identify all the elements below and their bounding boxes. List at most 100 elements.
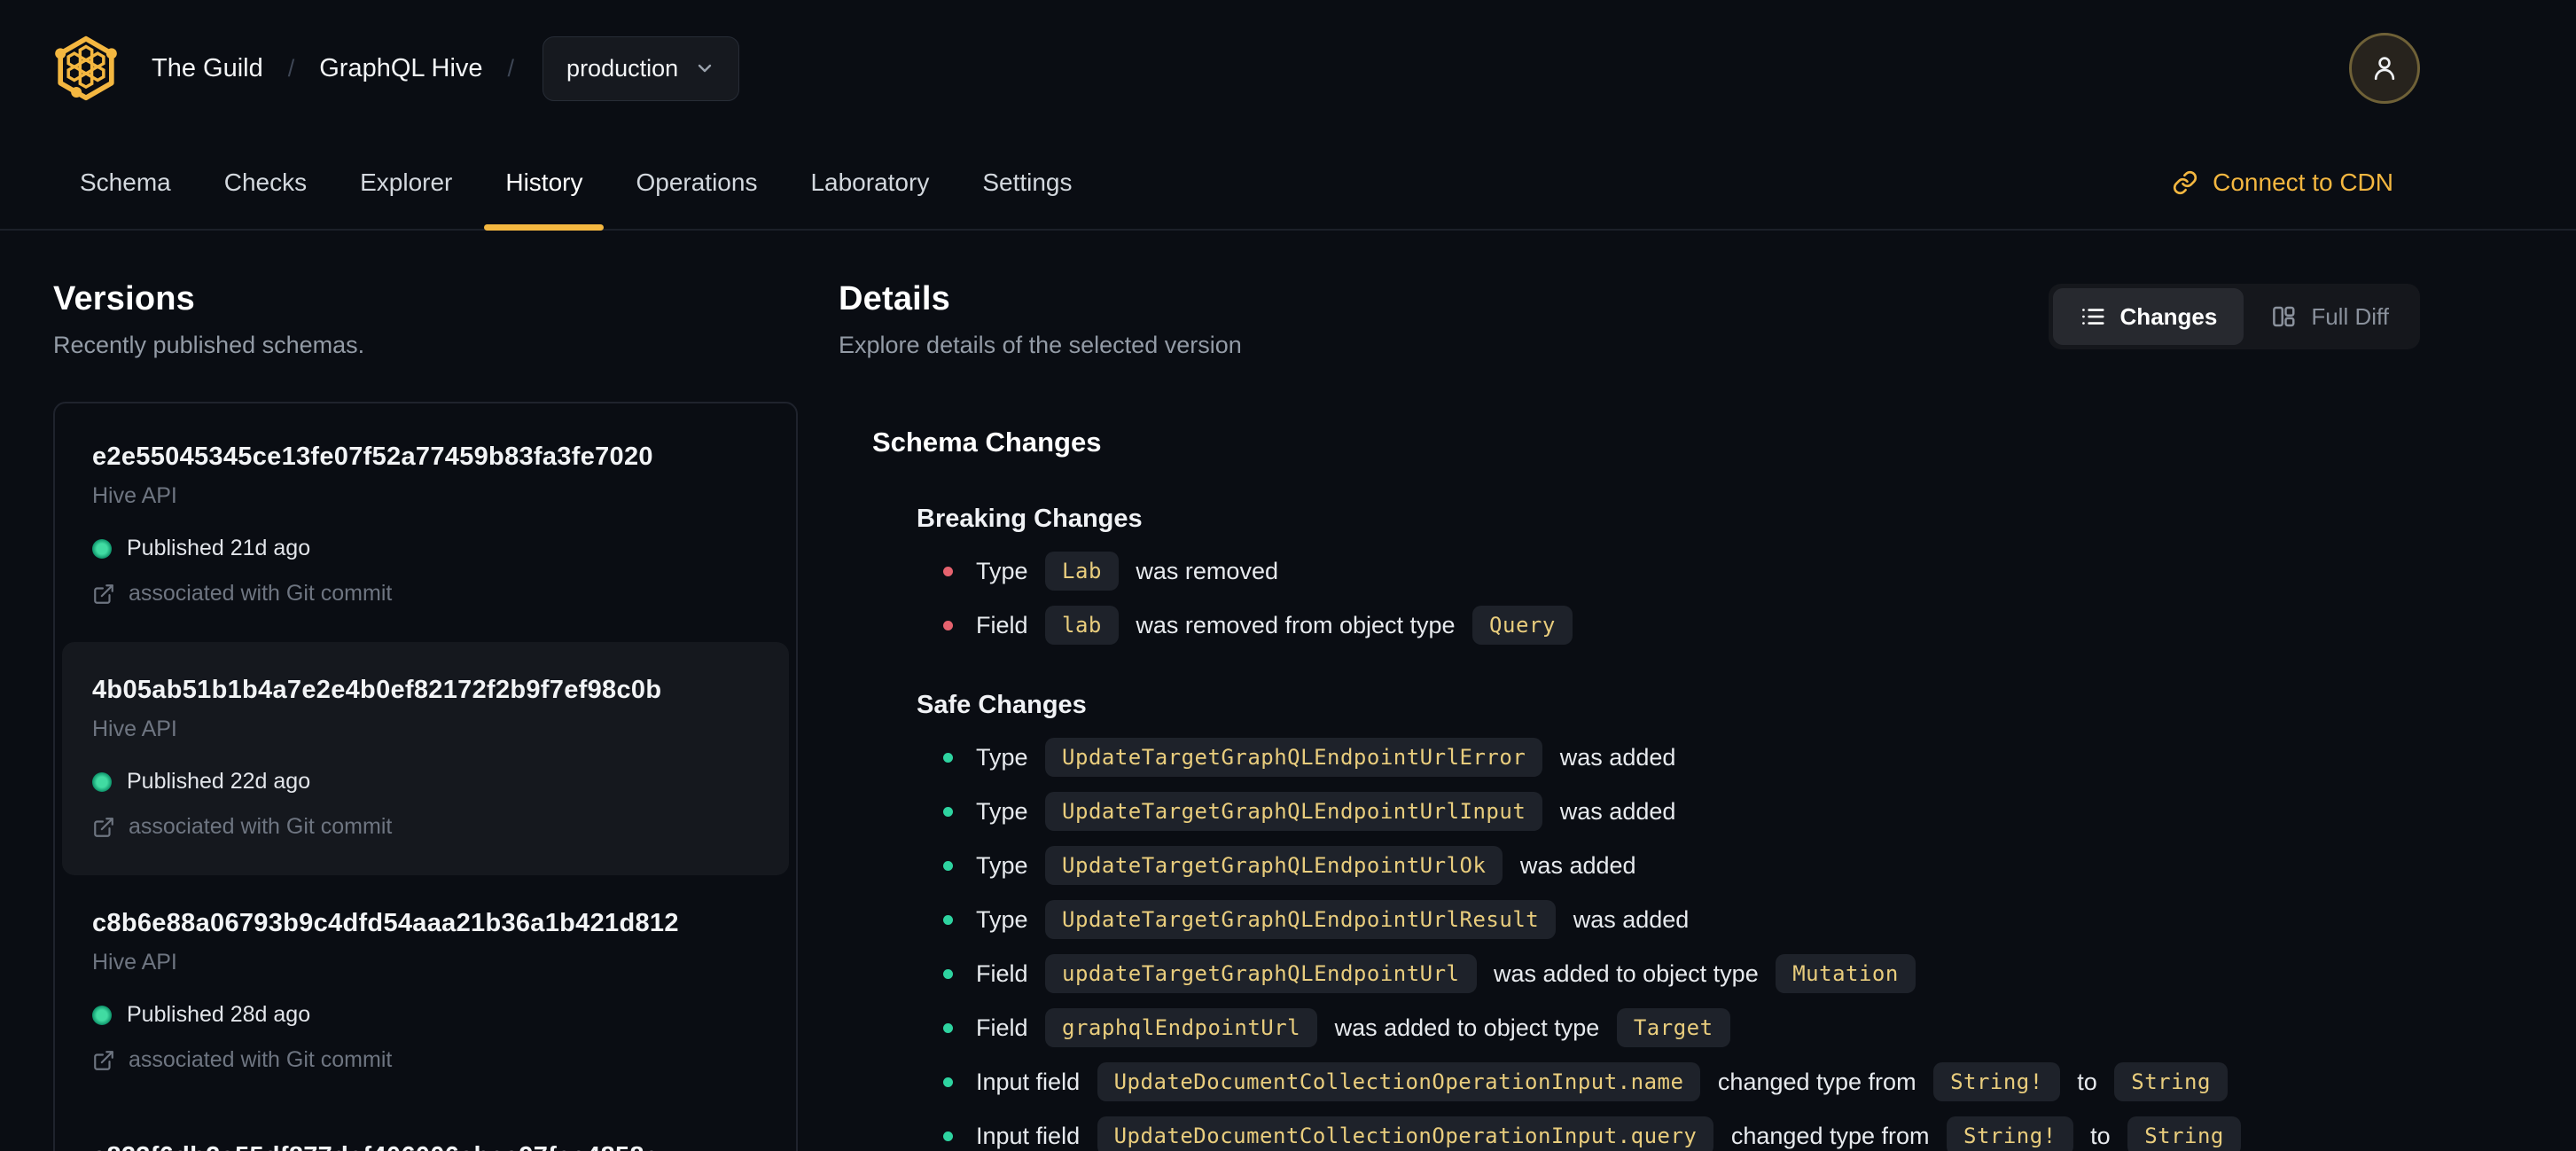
code-badge: String! xyxy=(1933,1062,2060,1101)
code-badge: lab xyxy=(1045,606,1119,645)
change-text: to xyxy=(2070,1068,2104,1095)
change-text: was added xyxy=(1566,905,1690,933)
target-selector-dropdown[interactable]: production xyxy=(543,35,740,101)
bullet-dot xyxy=(943,968,953,979)
connect-to-cdn-link[interactable]: Connect to CDN xyxy=(2172,137,2420,229)
bullet-dot xyxy=(943,620,953,630)
change-text: changed type from xyxy=(1724,1122,1936,1149)
change-text: was added xyxy=(1553,797,1676,825)
code-badge: updateTargetGraphQLEndpointUrl xyxy=(1045,954,1477,993)
git-commit-link[interactable]: associated with Git commit xyxy=(92,581,759,607)
code-badge: UpdateTargetGraphQLEndpointUrlResult xyxy=(1045,900,1557,939)
connect-to-cdn-label: Connect to CDN xyxy=(2213,168,2393,196)
version-card-selected[interactable]: 4b05ab51b1b4a7e2e4b0ef82172f2b9f7ef98c0b… xyxy=(62,642,789,875)
hive-logo-icon[interactable] xyxy=(51,31,121,106)
code-badge: UpdateTargetGraphQLEndpointUrlInput xyxy=(1045,792,1543,831)
top-bar: The Guild / GraphQL Hive / production xyxy=(0,0,2576,137)
change-text: changed type from xyxy=(1711,1068,1924,1095)
bullet-dot xyxy=(943,914,953,925)
change-text: Field xyxy=(976,959,1035,987)
bullet-dot xyxy=(943,1022,953,1033)
published-label: Published 22d ago xyxy=(127,769,311,794)
change-text: was removed from object type xyxy=(1128,611,1463,638)
external-link-icon xyxy=(94,1050,113,1070)
version-card[interactable]: c8b6e88a06793b9c4dfd54aaa21b36a1b421d812… xyxy=(62,875,789,1108)
change-item: Type UpdateTargetGraphQLEndpointUrlOk wa… xyxy=(943,846,2420,885)
details-panel: Details Explore details of the selected … xyxy=(839,280,2420,1151)
breadcrumb-org-link[interactable]: The Guild xyxy=(152,54,263,83)
change-text: Input field xyxy=(976,1122,1087,1149)
code-badge: UpdateTargetGraphQLEndpointUrlOk xyxy=(1045,846,1503,885)
app-header: The Guild / GraphQL Hive / production Sc… xyxy=(0,0,2576,231)
breadcrumb-separator: / xyxy=(507,54,515,82)
published-label: Published 28d ago xyxy=(127,1002,311,1027)
code-badge: Query xyxy=(1472,606,1573,645)
change-text: was added to object type xyxy=(1487,959,1766,987)
safe-changes-list: Type UpdateTargetGraphQLEndpointUrlError… xyxy=(943,738,2420,1151)
code-badge: Target xyxy=(1616,1008,1730,1047)
version-published: Published 22d ago xyxy=(92,769,759,795)
tab-schema[interactable]: Schema xyxy=(53,137,198,229)
breadcrumb-project-link[interactable]: GraphQL Hive xyxy=(319,54,482,83)
breaking-changes-heading: Breaking Changes xyxy=(917,505,1143,533)
version-hash: e2e55045345ce13fe07f52a77459b83fa3fe7020 xyxy=(92,442,653,471)
code-badge: String xyxy=(2127,1116,2241,1151)
version-service: Hive API xyxy=(92,483,177,508)
page-content: Versions Recently published schemas. e2e… xyxy=(0,231,2576,1151)
tab-checks[interactable]: Checks xyxy=(198,137,333,229)
version-published: Published 28d ago xyxy=(92,1002,759,1028)
change-item: Field graphqlEndpointUrl was added to ob… xyxy=(943,1008,2420,1047)
version-service: Hive API xyxy=(92,950,177,975)
breaking-changes-list: Type Lab was removed Field lab was remove… xyxy=(943,552,2420,645)
change-text: was removed xyxy=(1128,557,1278,584)
git-commit-link[interactable]: associated with Git commit xyxy=(92,1047,759,1073)
change-item: Type UpdateTargetGraphQLEndpointUrlInput… xyxy=(943,792,2420,831)
git-commit-label: associated with Git commit xyxy=(129,581,393,606)
change-text: Field xyxy=(976,1014,1035,1041)
versions-title: Versions xyxy=(53,280,196,317)
list-icon xyxy=(2081,309,2104,325)
code-badge: UpdateTargetGraphQLEndpointUrlError xyxy=(1045,738,1543,777)
change-item: Input field UpdateDocumentCollectionOper… xyxy=(943,1116,2420,1151)
view-toggle-group: Changes Full Diff xyxy=(2048,284,2420,349)
code-badge: String! xyxy=(1947,1116,2073,1151)
change-item: Field lab was removed from object type Q… xyxy=(943,606,2420,645)
change-item: Field updateTargetGraphQLEndpointUrl was… xyxy=(943,954,2420,993)
version-card[interactable]: a823f6db2a55df877dcf406006abca97fcc4858c… xyxy=(62,1108,789,1151)
tab-explorer[interactable]: Explorer xyxy=(333,137,479,229)
changes-view-label: Changes xyxy=(2119,302,2218,330)
bullet-dot xyxy=(943,752,953,763)
change-item: Type UpdateTargetGraphQLEndpointUrlResul… xyxy=(943,900,2420,939)
change-text: was added xyxy=(1513,851,1636,879)
bullet-dot xyxy=(943,860,953,871)
change-text: Input field xyxy=(976,1068,1087,1095)
link-chain-icon xyxy=(2174,170,2197,195)
tab-operations[interactable]: Operations xyxy=(609,137,784,229)
change-item: Type UpdateTargetGraphQLEndpointUrlError… xyxy=(943,738,2420,777)
changes-view-button[interactable]: Changes xyxy=(2052,288,2244,345)
full-diff-view-button[interactable]: Full Diff xyxy=(2244,288,2416,345)
change-item: Input field UpdateDocumentCollectionOper… xyxy=(943,1062,2420,1101)
schema-changes-title: Schema Changes xyxy=(872,427,1102,458)
change-text: to xyxy=(2083,1122,2118,1149)
git-commit-link[interactable]: associated with Git commit xyxy=(92,814,759,840)
code-badge: UpdateDocumentCollectionOperationInput.q… xyxy=(1097,1116,1714,1151)
bullet-dot xyxy=(943,1077,953,1087)
tab-laboratory[interactable]: Laboratory xyxy=(784,137,956,229)
change-text: was added to object type xyxy=(1328,1014,1606,1041)
external-link-icon xyxy=(94,817,113,837)
change-text: Type xyxy=(976,743,1035,771)
code-badge: String xyxy=(2114,1062,2228,1101)
details-header: Details Explore details of the selected … xyxy=(839,280,2420,359)
external-link-icon xyxy=(94,583,113,604)
tab-history[interactable]: History xyxy=(479,137,609,231)
version-card[interactable]: e2e55045345ce13fe07f52a77459b83fa3fe7020… xyxy=(62,409,789,642)
code-badge: UpdateDocumentCollectionOperationInput.n… xyxy=(1097,1062,1701,1101)
bullet-dot xyxy=(943,566,953,576)
version-hash: a823f6db2a55df877dcf406006abca97fcc4858c xyxy=(92,1142,759,1151)
safe-changes-heading: Safe Changes xyxy=(917,691,1087,719)
code-badge: Mutation xyxy=(1776,954,1916,993)
versions-panel: Versions Recently published schemas. e2e… xyxy=(53,280,798,1151)
tab-settings[interactable]: Settings xyxy=(956,137,1098,229)
user-menu-button[interactable] xyxy=(2349,33,2420,104)
